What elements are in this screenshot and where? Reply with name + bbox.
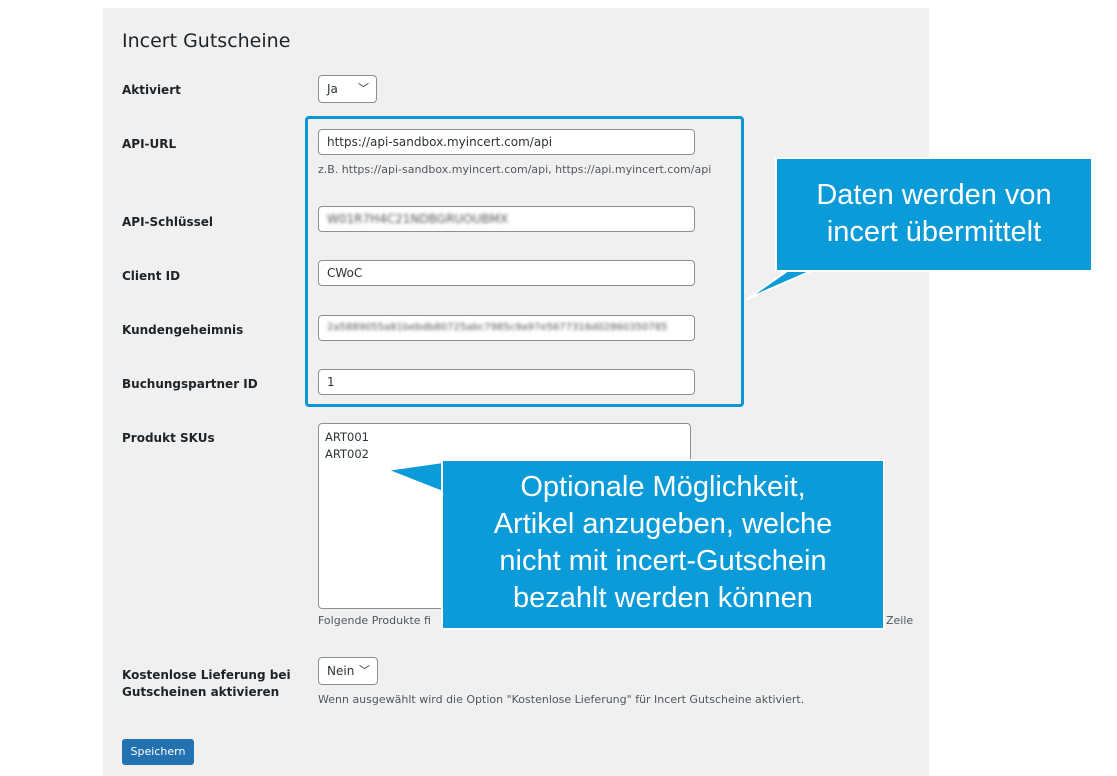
callout-data-transmitted: Daten werden von incert übermittelt bbox=[775, 157, 1093, 272]
callout-bottom-tail bbox=[383, 460, 444, 494]
callout-top-line1: Daten werden von bbox=[816, 179, 1052, 211]
callout-tails bbox=[383, 261, 833, 494]
callout-bottom-line1: Optionale Möglichkeit, bbox=[520, 471, 806, 503]
callout-top-line2: incert übermittelt bbox=[826, 216, 1042, 248]
callout-optional-articles: Optionale Möglichkeit, Artikel anzugeben… bbox=[441, 459, 885, 630]
callout-bottom-line3: nicht mit incert-Gutschein bbox=[499, 545, 827, 577]
callout-bottom-line2: Artikel anzugeben, welche bbox=[493, 508, 833, 540]
callout-bottom-line4: bezahlt werden können bbox=[513, 582, 813, 614]
